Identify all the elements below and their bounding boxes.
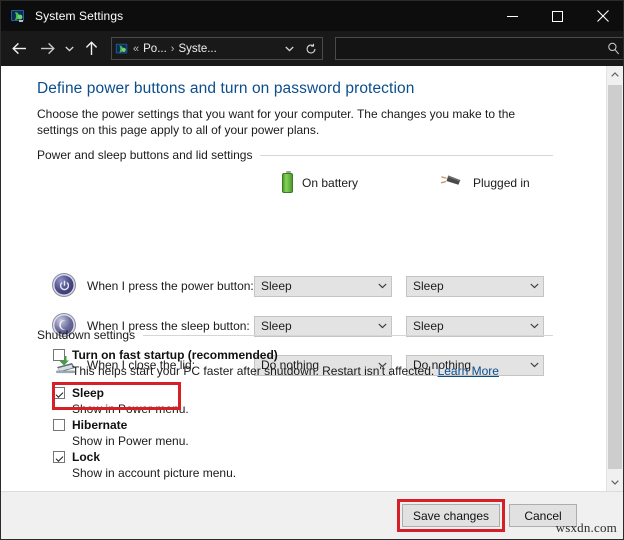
group-header-label: Power and sleep buttons and lid settings [37,148,252,162]
chevron-down-icon[interactable] [525,283,543,289]
save-changes-button[interactable]: Save changes [402,504,500,527]
watermark: wsxdn.com [556,520,617,536]
checkbox-item-lock: Lock Show in account picture menu. [53,450,236,480]
search-icon[interactable] [602,42,624,55]
breadcrumb-lead-separator: « [133,43,139,55]
setting-row-label: When I press the power button: [87,279,254,293]
checkbox-fast-startup[interactable] [53,349,65,361]
column-header-on-battery: On battery [282,170,358,196]
checkbox-description: This helps start your PC faster after sh… [72,364,499,378]
checkbox-sleep[interactable] [53,387,65,399]
column-header-label: Plugged in [473,176,530,190]
group-header-label: Shutdown settings [37,328,135,342]
combo-value: Sleep [261,279,373,293]
column-header-plugged-in: Plugged in [440,170,530,196]
breadcrumb-separator: › [171,43,175,55]
scrollbar-thumb[interactable] [608,85,622,469]
back-arrow-icon[interactable] [7,37,31,61]
checkbox-line[interactable]: Sleep [53,386,189,400]
maximize-icon[interactable] [535,1,580,31]
column-header-label: On battery [302,176,358,190]
breadcrumb-item-system-settings[interactable]: Syste... [178,43,216,55]
learn-more-link[interactable]: Learn More [438,364,499,378]
group-header-rule [260,155,553,156]
search-box[interactable] [335,37,624,60]
navigation-bar: « Po... › Syste... [1,31,624,66]
checkbox-description: Show in account picture menu. [72,466,236,480]
checkbox-label: Sleep [72,386,104,400]
checkbox-lock[interactable] [53,451,65,463]
chevron-down-icon[interactable] [373,283,391,289]
control-panel-icon [115,42,129,56]
forward-arrow-icon[interactable] [35,37,59,61]
refresh-icon[interactable] [300,43,322,55]
checkbox-description: Show in Power menu. [72,402,189,416]
address-dropdown-icon[interactable] [278,46,300,52]
checkbox-line[interactable]: Hibernate [53,418,189,432]
address-bar[interactable]: « Po... › Syste... [111,37,323,60]
checkbox-label: Turn on fast startup (recommended) [72,348,278,362]
page-title: Define power buttons and turn on passwor… [37,80,414,98]
checkbox-item-fast-startup: Turn on fast startup (recommended) This … [53,348,499,378]
checkbox-item-hibernate: Hibernate Show in Power menu. [53,418,189,448]
setting-row-power-button: When I press the power button: Sleep Sle… [53,274,553,298]
vertical-scrollbar[interactable] [606,66,623,491]
checkbox-item-sleep: Sleep Show in Power menu. [53,386,189,416]
close-icon[interactable] [580,1,624,31]
scroll-up-icon[interactable] [607,66,623,83]
power-button-icon [53,274,77,298]
group-header-rule [143,335,553,336]
up-arrow-icon[interactable] [79,37,103,61]
minimize-icon[interactable] [490,1,535,31]
chevron-down-icon[interactable] [525,362,543,368]
system-settings-icon [10,8,26,24]
group-header-power-lid: Power and sleep buttons and lid settings [37,148,553,162]
checkbox-label: Hibernate [72,418,127,432]
checkbox-hibernate[interactable] [53,419,65,431]
settings-page: Define power buttons and turn on passwor… [1,66,597,491]
combo-power-button-plugged-in[interactable]: Sleep [406,276,544,297]
checkbox-line[interactable]: Lock [53,450,236,464]
window-controls [490,1,624,31]
system-settings-window: System Settings [0,0,624,540]
checkbox-description: Show in Power menu. [72,434,189,448]
group-header-shutdown: Shutdown settings [37,328,553,342]
power-plug-icon [440,172,464,195]
title-bar: System Settings [1,1,624,31]
recent-pages-chevron-icon[interactable] [61,37,77,61]
page-description: Choose the power settings that you want … [37,106,553,138]
window-title: System Settings [35,9,123,23]
battery-icon [282,173,293,193]
content-pane: Define power buttons and turn on passwor… [1,66,624,491]
description-text: This helps start your PC faster after sh… [72,364,434,378]
combo-power-button-on-battery[interactable]: Sleep [254,276,392,297]
scroll-down-icon[interactable] [607,474,623,491]
combo-value: Sleep [413,279,525,293]
checkbox-label: Lock [72,450,100,464]
breadcrumb-item-power-options[interactable]: Po... [143,43,167,55]
checkbox-line[interactable]: Turn on fast startup (recommended) [53,348,499,362]
